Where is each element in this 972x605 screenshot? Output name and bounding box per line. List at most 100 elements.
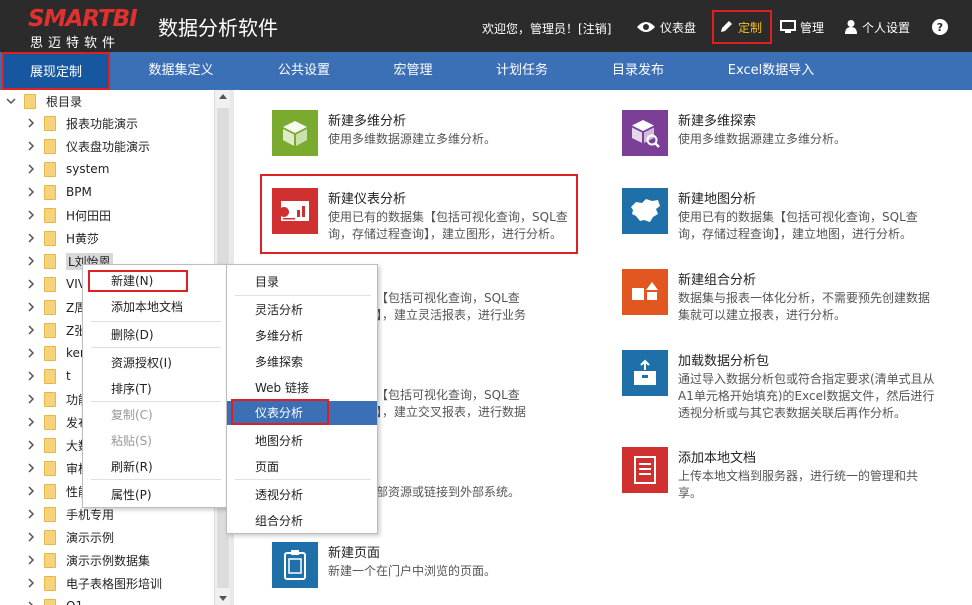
- chevron-right-icon[interactable]: [26, 302, 36, 312]
- card-title[interactable]: 新建多维分析: [328, 110, 406, 129]
- submenu-item-combined-analysis[interactable]: 组合分析: [227, 509, 377, 533]
- tab-dataset-definition[interactable]: 数据集定义: [122, 52, 240, 90]
- chevron-right-icon[interactable]: [26, 463, 36, 473]
- folder-icon: [44, 391, 56, 407]
- card-description-line: 集就可以建立报表，进行分析。: [678, 308, 847, 322]
- submenu-item-page[interactable]: 页面: [227, 455, 377, 479]
- chevron-right-icon[interactable]: [26, 440, 36, 450]
- chevron-right-icon[interactable]: [26, 256, 36, 266]
- chevron-right-icon[interactable]: [26, 578, 36, 588]
- submenu-item-olap-explore[interactable]: 多维探索: [227, 350, 377, 374]
- card-description-line: 询，存储过程查询】，建立地图，进行分析。: [678, 227, 913, 241]
- tab-display-custom[interactable]: 展现定制: [2, 52, 110, 90]
- scroll-up-icon[interactable]: [219, 94, 227, 99]
- chevron-right-icon[interactable]: [26, 187, 36, 197]
- scroll-down-icon[interactable]: [219, 596, 227, 601]
- tree-item[interactable]: 审核: [26, 457, 90, 479]
- custom-button[interactable]: 定制: [712, 10, 772, 44]
- submenu-item-map-analysis[interactable]: 地图分析: [227, 429, 377, 453]
- card-load-data-package[interactable]: 加载数据分析包 通过导入数据分析包或符合指定要求(清单式且从 A1单元格开始填充)的…: [622, 350, 935, 420]
- tree-item[interactable]: H黄莎: [26, 227, 99, 249]
- tree-item[interactable]: H何田田: [26, 204, 111, 226]
- folder-icon: [44, 276, 56, 292]
- tree-item[interactable]: 发布: [26, 411, 90, 433]
- tab-directory-publish[interactable]: 目录发布: [588, 52, 688, 90]
- tree-item[interactable]: 性能: [26, 480, 90, 502]
- context-menu-item-paste[interactable]: 粘贴(S): [83, 429, 227, 453]
- tree-item[interactable]: ker: [26, 342, 85, 364]
- tree-item[interactable]: system: [26, 158, 109, 180]
- chevron-right-icon[interactable]: [26, 348, 36, 358]
- personal-settings-button[interactable]: 个人设置: [844, 10, 910, 44]
- card-title[interactable]: 新建多维探索: [678, 110, 756, 129]
- tree-item[interactable]: 仪表盘功能演示: [26, 135, 150, 157]
- logout-link[interactable]: 注销: [583, 22, 607, 36]
- chevron-right-icon[interactable]: [26, 371, 36, 381]
- chevron-right-icon[interactable]: [26, 233, 36, 243]
- context-menu-item-refresh[interactable]: 刷新(R): [83, 455, 227, 479]
- tree-item[interactable]: Z张: [26, 319, 86, 341]
- help-button[interactable]: ?: [932, 10, 948, 44]
- chevron-right-icon[interactable]: [26, 210, 36, 220]
- chevron-right-icon[interactable]: [26, 279, 36, 289]
- chevron-right-icon[interactable]: [26, 532, 36, 542]
- chevron-right-icon[interactable]: [26, 325, 36, 335]
- card-add-local-document[interactable]: 添加本地文档 上传本地文档到服务器，进行统一的管理和共 享。: [622, 447, 922, 517]
- chevron-right-icon[interactable]: [26, 141, 36, 151]
- submenu-item-pivot-analysis[interactable]: 透视分析: [227, 483, 377, 507]
- card-title[interactable]: 添加本地文档: [678, 447, 756, 466]
- tree-root[interactable]: 根目录: [6, 90, 82, 112]
- chevron-right-icon[interactable]: [26, 394, 36, 404]
- context-menu-item-sort[interactable]: 排序(T): [83, 377, 227, 401]
- tree-item-label: system: [66, 162, 110, 176]
- submenu-item-olap-analysis[interactable]: 多维分析: [227, 324, 377, 348]
- chevron-right-icon[interactable]: [26, 601, 36, 605]
- card-new-map-analysis[interactable]: 新建地图分析使用已有的数据集【包括可视化查询，SQL查 询，存储过程查询】，建立地…: [622, 188, 922, 258]
- tree-item[interactable]: VIV: [26, 273, 86, 295]
- chevron-right-icon[interactable]: [26, 164, 36, 174]
- tab-excel-import[interactable]: Excel数据导入: [706, 52, 836, 90]
- context-menu-item-copy[interactable]: 复制(C): [83, 403, 227, 427]
- submenu-item-web-link[interactable]: Web 链接: [227, 376, 377, 400]
- tree-item[interactable]: 大数: [26, 434, 90, 456]
- card-title[interactable]: 新建页面: [328, 542, 380, 561]
- chevron-right-icon[interactable]: [26, 509, 36, 519]
- card-new-olap-explore[interactable]: 新建多维探索 使用多维数据源建立多维分析。: [622, 110, 922, 180]
- chevron-right-icon[interactable]: [26, 486, 36, 496]
- tab-macro-management[interactable]: 宏管理: [366, 52, 460, 90]
- submenu-item-ad-hoc-analysis[interactable]: 灵活分析: [227, 298, 377, 322]
- chevron-right-icon[interactable]: [26, 118, 36, 128]
- chevron-down-icon[interactable]: [6, 96, 16, 106]
- card-description-line: 新建一个在门户中浏览的页面。: [328, 564, 497, 578]
- card-title[interactable]: 加载数据分析包: [678, 350, 769, 369]
- tree-item[interactable]: Z周: [26, 296, 86, 318]
- tree-item-label: 报表功能演示: [66, 116, 139, 131]
- card-description: 使用已有的数据集【包括可视化查询，SQL查 询，存储过程查询】，建立地图，进行分析…: [678, 209, 918, 243]
- context-menu-item-delete[interactable]: 删除(D): [83, 323, 227, 347]
- context-menu-item-properties[interactable]: 属性(P): [83, 483, 227, 507]
- tree-item[interactable]: 演示示例数据集: [26, 549, 150, 571]
- help-icon: ?: [932, 19, 948, 35]
- tree-item[interactable]: BPM: [26, 181, 92, 203]
- card-new-olap-analysis[interactable]: 新建多维分析 使用多维数据源建立多维分析。: [272, 110, 572, 180]
- tree-item[interactable]: O1: [26, 595, 83, 605]
- context-menu-item-add-local-doc[interactable]: 添加本地文档: [83, 295, 227, 319]
- tree-item[interactable]: 报表功能演示: [26, 112, 138, 134]
- card-title[interactable]: 新建组合分析: [678, 269, 756, 288]
- chevron-right-icon[interactable]: [26, 417, 36, 427]
- card-new-combined-analysis[interactable]: 新建组合分析 数据集与报表一体化分析，不需要预先创建数据 集就可以建立报表，进行分析…: [622, 269, 930, 339]
- manage-button[interactable]: 管理: [780, 10, 824, 44]
- tab-scheduled-tasks[interactable]: 计划任务: [472, 52, 572, 90]
- tree-item[interactable]: 演示示例: [26, 526, 114, 548]
- dashboard-button[interactable]: 仪表盘: [636, 10, 696, 44]
- context-menu-item-resource-auth[interactable]: 资源授权(I): [83, 351, 227, 375]
- chevron-right-icon[interactable]: [26, 555, 36, 565]
- card-description: 新建一个在门户中浏览的页面。: [328, 563, 496, 580]
- card-title[interactable]: 新建地图分析: [678, 188, 756, 207]
- card-new-page[interactable]: 新建页面新建一个在门户中浏览的页面。: [272, 542, 572, 605]
- tree-item[interactable]: 功能: [26, 388, 90, 410]
- tree-item[interactable]: 电子表格图形培训: [26, 572, 162, 594]
- tab-public-settings[interactable]: 公共设置: [246, 52, 362, 90]
- submenu-item-directory[interactable]: 目录: [227, 270, 377, 294]
- tree-item[interactable]: t: [26, 365, 71, 387]
